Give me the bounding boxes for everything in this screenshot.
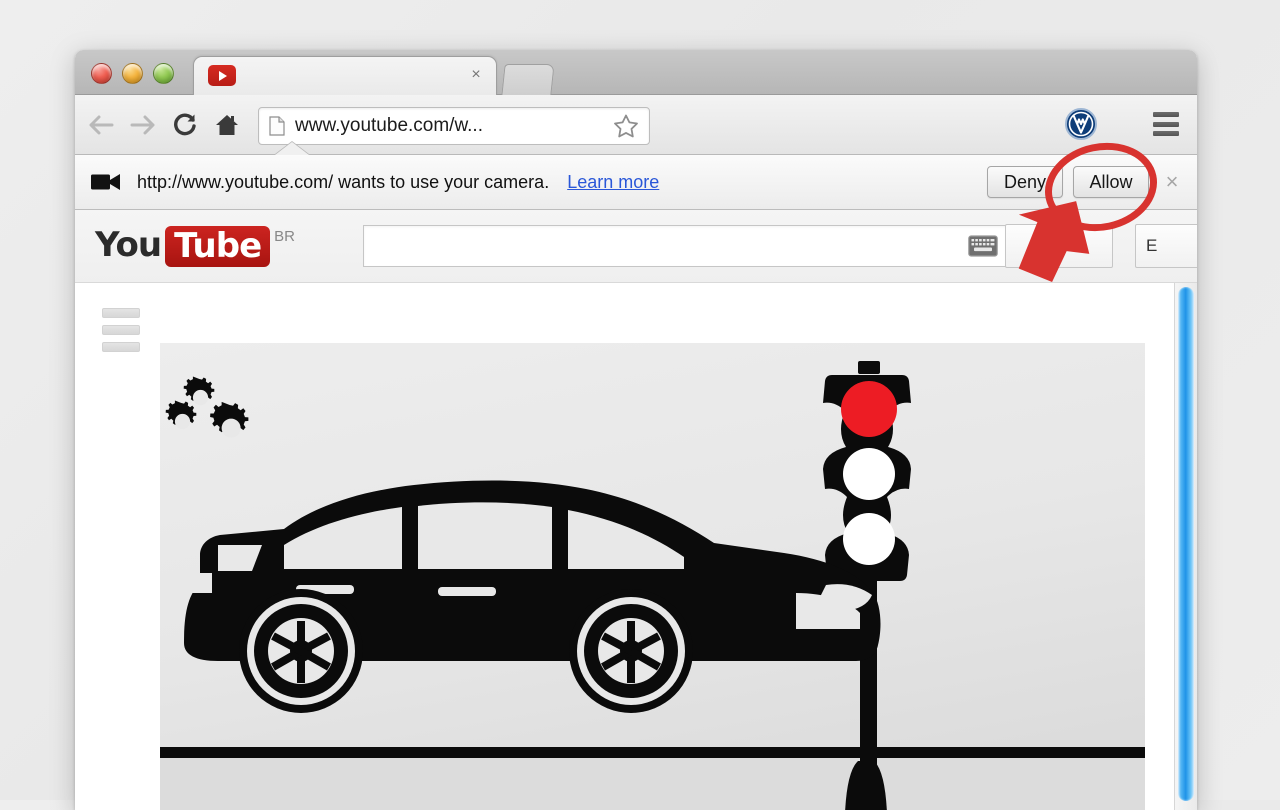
new-tab-button[interactable] <box>501 64 555 95</box>
traffic-light-red <box>841 381 897 437</box>
menu-line <box>1153 112 1179 117</box>
page-scrollbar[interactable] <box>1174 283 1197 810</box>
youtube-logo-tube: Tube <box>165 225 271 267</box>
upload-button[interactable]: E <box>1135 224 1197 268</box>
address-bar-url: www.youtube.com/w... <box>295 115 483 136</box>
home-button[interactable] <box>211 109 243 141</box>
youtube-logo-country: BR <box>274 227 295 245</box>
deny-button[interactable]: Deny <box>987 166 1063 198</box>
youtube-page-body <box>75 283 1197 810</box>
home-icon <box>216 115 238 135</box>
youtube-search-box[interactable] <box>363 225 1007 267</box>
permission-actions: Deny Allow × <box>987 166 1183 198</box>
menu-line <box>1153 131 1179 136</box>
youtube-header: You Tube BR E <box>75 210 1197 283</box>
rear-wheel <box>569 589 693 713</box>
reload-icon <box>174 113 196 136</box>
window-maximize-button[interactable] <box>153 63 174 84</box>
browser-tab-youtube[interactable]: × <box>193 56 497 95</box>
tab-strip: × <box>75 50 1197 95</box>
guide-line <box>102 342 140 352</box>
search-button[interactable] <box>1005 224 1113 268</box>
browser-menu-button[interactable] <box>1153 112 1179 136</box>
menu-line <box>1153 121 1179 127</box>
traffic-light-amber <box>843 448 895 500</box>
ground-line <box>160 747 1145 758</box>
video-illustration <box>160 343 1145 810</box>
window-controls <box>91 63 174 84</box>
address-bar[interactable]: www.youtube.com/w... <box>258 107 650 145</box>
scrollbar-thumb[interactable] <box>1178 287 1194 801</box>
forward-button[interactable] <box>127 109 159 141</box>
browser-window: × www.youtube.com/w... http://www.youtub… <box>75 50 1197 810</box>
guide-menu-icon[interactable] <box>102 308 140 352</box>
learn-more-link[interactable]: Learn more <box>567 172 659 193</box>
infobar-close-icon[interactable]: × <box>1161 169 1183 195</box>
arrow-left-icon <box>89 115 114 135</box>
browser-toolbar: www.youtube.com/w... <box>75 95 1197 155</box>
tab-close-icon[interactable]: × <box>468 67 484 83</box>
youtube-favicon-icon <box>208 65 236 86</box>
star-icon[interactable] <box>612 112 640 140</box>
window-minimize-button[interactable] <box>122 63 143 84</box>
search-input[interactable] <box>364 227 968 265</box>
window-close-button[interactable] <box>91 63 112 84</box>
permission-message: http://www.youtube.com/ wants to use you… <box>137 171 550 192</box>
camera-permission-infobar: http://www.youtube.com/ wants to use you… <box>75 155 1197 210</box>
back-button[interactable] <box>85 109 117 141</box>
guide-line <box>102 308 140 318</box>
reload-button[interactable] <box>169 109 201 141</box>
infobar-pointer <box>275 142 309 155</box>
youtube-logo-you: You <box>95 224 162 265</box>
front-wheel <box>239 589 363 713</box>
allow-button[interactable]: Allow <box>1073 166 1149 198</box>
arrow-right-icon <box>130 115 155 135</box>
camera-icon <box>91 174 120 190</box>
volkswagen-logo-icon[interactable] <box>1065 108 1097 140</box>
traffic-light-green <box>843 513 895 565</box>
guide-line <box>102 325 140 335</box>
video-player-stage[interactable] <box>160 343 1145 810</box>
keyboard-icon[interactable] <box>968 235 998 257</box>
upload-button-label: E <box>1146 236 1158 255</box>
document-icon <box>269 116 285 136</box>
youtube-logo[interactable]: You Tube BR <box>95 224 295 267</box>
